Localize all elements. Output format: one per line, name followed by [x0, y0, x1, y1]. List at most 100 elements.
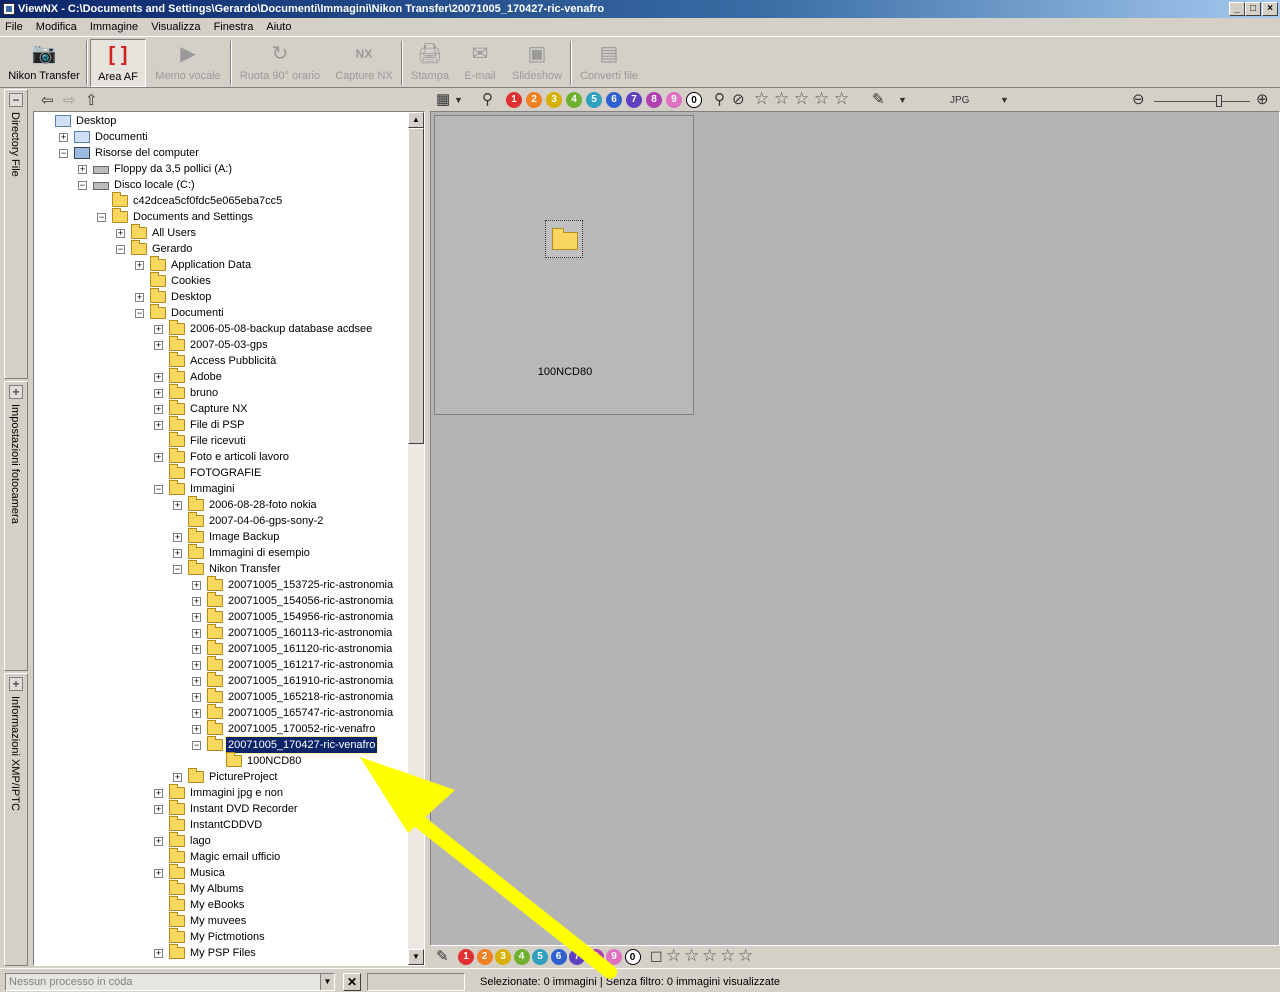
- scroll-down-icon[interactable]: ▼: [408, 949, 424, 965]
- tree-item[interactable]: + Immagini jpg e non: [34, 784, 406, 801]
- tree-item[interactable]: +2006-05-08-backup database acdsee: [34, 320, 406, 337]
- expand-icon[interactable]: +: [78, 165, 87, 174]
- label-5-icon[interactable]: 5: [586, 92, 602, 108]
- nikon-transfer-button[interactable]: 📷 Nikon Transfer: [4, 39, 84, 87]
- label-9-icon[interactable]: 9: [666, 92, 682, 108]
- star-4-icon[interactable]: ☆: [814, 90, 829, 108]
- tree-item[interactable]: + Capture NX: [34, 400, 406, 417]
- tree-item[interactable]: + Desktop: [34, 288, 406, 305]
- label-0-icon[interactable]: 0: [624, 949, 641, 965]
- tree-item[interactable]: − Immagini: [34, 480, 406, 497]
- tree-item[interactable]: +20071005_170052-ric-venafro: [34, 720, 406, 737]
- zoom-slider-thumb[interactable]: [1216, 95, 1222, 107]
- rotate-button[interactable]: ↻ Ruota 90° orario: [236, 39, 324, 87]
- label-4-icon[interactable]: 4: [566, 92, 582, 108]
- tree-item[interactable]: Access Pubblicità: [34, 352, 406, 369]
- tree-item[interactable]: + bruno: [34, 384, 406, 401]
- tree-item[interactable]: + Musica: [34, 864, 406, 881]
- tab-directory-file[interactable]: − Directory File: [4, 89, 28, 379]
- star-3-icon[interactable]: ☆: [702, 947, 717, 965]
- expand-icon[interactable]: +: [9, 385, 23, 399]
- tree-item[interactable]: − 20071005_170427-ric-venafro: [34, 736, 406, 754]
- label-filter-icon[interactable]: ⚲: [482, 90, 493, 110]
- expand-icon[interactable]: +: [192, 629, 201, 638]
- tree-item[interactable]: + Instant DVD Recorder: [34, 800, 406, 817]
- scroll-thumb[interactable]: [408, 128, 424, 444]
- capture-nx-button[interactable]: NX Capture NX: [330, 39, 398, 87]
- tree-item[interactable]: + lago: [34, 832, 406, 849]
- label-2-icon[interactable]: 2: [476, 949, 493, 965]
- back-arrow-icon[interactable]: ⇦: [41, 91, 54, 109]
- expand-icon[interactable]: +: [192, 709, 201, 718]
- expand-icon[interactable]: +: [154, 405, 163, 414]
- collapse-icon[interactable]: −: [59, 149, 68, 158]
- menu-finestra[interactable]: Finestra: [209, 18, 259, 36]
- tree-item[interactable]: Desktop: [34, 113, 406, 129]
- expand-icon[interactable]: +: [154, 789, 163, 798]
- tree-item[interactable]: 2007-04-06-gps-sony-2: [34, 512, 406, 529]
- rating-filter-icon[interactable]: ⚲: [714, 90, 725, 110]
- label-8-icon[interactable]: 8: [646, 92, 662, 108]
- expand-icon[interactable]: +: [173, 501, 182, 510]
- tree-item[interactable]: +20071005_153725-ric-astronomia: [34, 576, 406, 593]
- tree-item[interactable]: File ricevuti: [34, 432, 406, 449]
- tree-item[interactable]: Magic email ufficio: [34, 848, 406, 865]
- pencil-icon[interactable]: ✎: [436, 947, 449, 967]
- collapse-icon[interactable]: −: [9, 93, 23, 107]
- label-9-icon[interactable]: 9: [606, 949, 622, 965]
- expand-icon[interactable]: +: [192, 661, 201, 670]
- tab-camera-settings[interactable]: + Impostazioni fotocamera: [4, 381, 28, 671]
- tree-item[interactable]: My muvees: [34, 912, 406, 929]
- tree-item[interactable]: +20071005_165747-ric-astronomia: [34, 704, 406, 721]
- expand-icon[interactable]: +: [192, 613, 201, 622]
- tree-item[interactable]: + All Users: [34, 224, 406, 241]
- tree-item[interactable]: + Floppy da 3,5 pollici (A:): [34, 161, 406, 177]
- expand-icon[interactable]: +: [59, 133, 68, 142]
- tree-item[interactable]: 100NCD80: [34, 752, 406, 769]
- tree-item[interactable]: + File di PSP: [34, 416, 406, 433]
- collapse-icon[interactable]: −: [78, 181, 87, 190]
- menu-file[interactable]: File: [0, 18, 28, 36]
- expand-icon[interactable]: +: [173, 773, 182, 782]
- tree-item[interactable]: +20071005_154956-ric-astronomia: [34, 608, 406, 625]
- star-3-icon[interactable]: ☆: [794, 90, 809, 108]
- cancel-process-button[interactable]: ✕: [343, 973, 361, 991]
- zoom-in-icon[interactable]: ⊕: [1256, 90, 1269, 110]
- star-1-icon[interactable]: ☆: [666, 947, 681, 965]
- menu-aiuto[interactable]: Aiuto: [261, 18, 296, 36]
- print-button[interactable]: 🖨 Stampa: [406, 39, 454, 87]
- tree-item[interactable]: +20071005_161120-ric-astronomia: [34, 640, 406, 657]
- expand-icon[interactable]: +: [154, 453, 163, 462]
- menu-modifica[interactable]: Modifica: [31, 18, 82, 36]
- tree-item[interactable]: + Application Data: [34, 256, 406, 273]
- tree-item[interactable]: − Documenti: [34, 304, 406, 321]
- expand-icon[interactable]: +: [173, 549, 182, 558]
- convert-files-button[interactable]: ▤ Converti file: [576, 39, 642, 87]
- expand-icon[interactable]: +: [192, 597, 201, 606]
- expand-icon[interactable]: +: [154, 949, 163, 958]
- star-5-icon[interactable]: ☆: [834, 90, 849, 108]
- star-5-icon[interactable]: ☆: [738, 947, 753, 965]
- expand-icon[interactable]: +: [154, 421, 163, 430]
- tree-item[interactable]: + My PSP Files: [34, 944, 406, 961]
- expand-icon[interactable]: +: [135, 261, 144, 270]
- pencil-icon[interactable]: ✎: [872, 90, 885, 110]
- star-4-icon[interactable]: ☆: [720, 947, 735, 965]
- tab-xmp-iptc[interactable]: + Informazioni XMP/IPTC: [4, 673, 28, 966]
- menu-visualizza[interactable]: Visualizza: [146, 18, 205, 36]
- collapse-icon[interactable]: −: [192, 741, 201, 750]
- tree-item[interactable]: − Risorse del computer: [34, 145, 406, 161]
- area-af-button[interactable]: [ ] Area AF: [90, 39, 146, 87]
- tree-item[interactable]: + Image Backup: [34, 528, 406, 545]
- collapse-icon[interactable]: −: [97, 213, 106, 222]
- tree-item[interactable]: + Immagini di esempio: [34, 544, 406, 561]
- label-1-icon[interactable]: 1: [506, 92, 522, 108]
- thumbnail-item[interactable]: 100NCD80: [434, 115, 694, 415]
- tree-item[interactable]: My eBooks: [34, 896, 406, 913]
- label-6-icon[interactable]: 6: [606, 92, 622, 108]
- expand-icon[interactable]: +: [154, 389, 163, 398]
- expand-icon[interactable]: +: [154, 341, 163, 350]
- expand-icon[interactable]: +: [154, 805, 163, 814]
- tree-item[interactable]: My Albums: [34, 880, 406, 897]
- pencil-dropdown-icon[interactable]: ▼: [898, 90, 907, 110]
